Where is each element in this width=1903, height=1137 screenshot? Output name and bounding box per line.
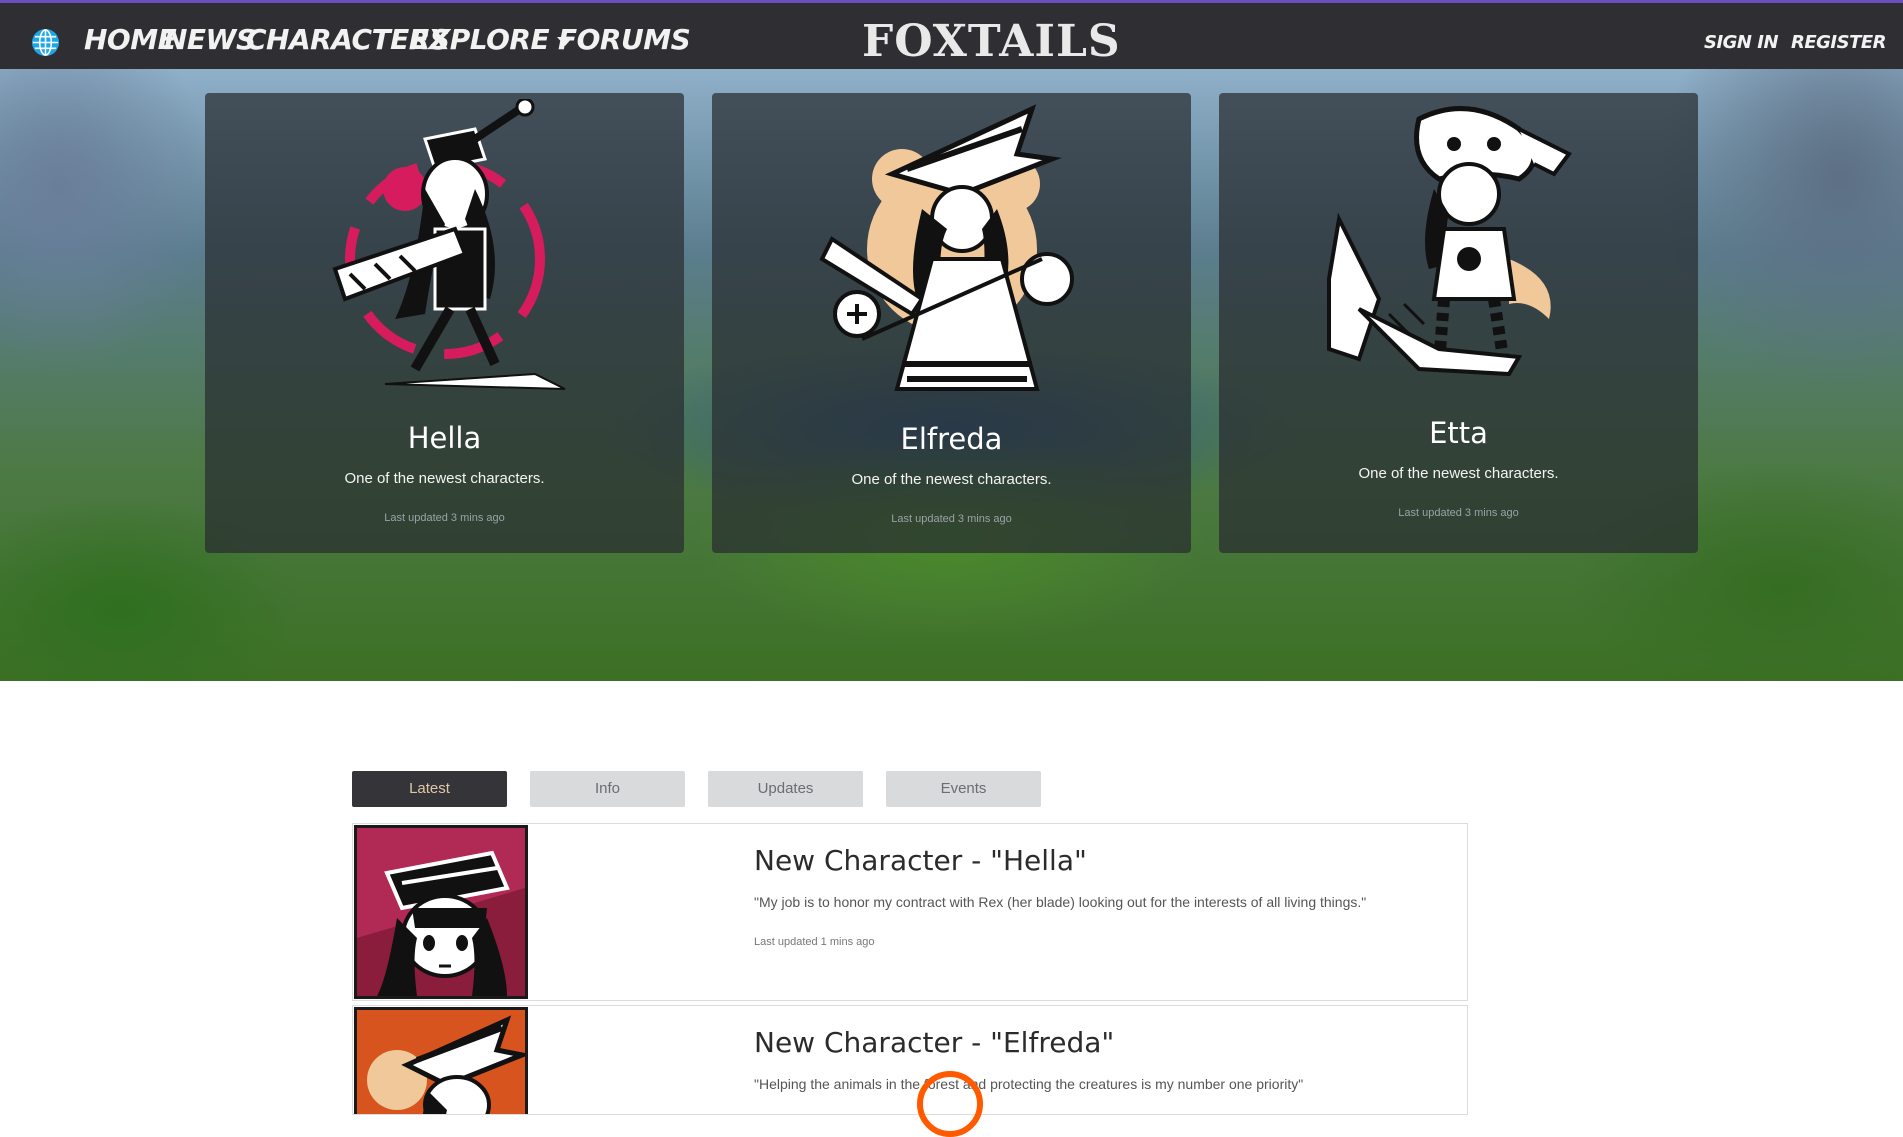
card-description: One of the newest characters. — [1358, 465, 1559, 482]
news-thumbnail-hella[interactable] — [354, 825, 528, 999]
site-logo[interactable]: FOXTAILS — [862, 16, 1121, 67]
nav-news[interactable]: NEWS — [164, 23, 256, 56]
card-timestamp: Last updated 3 mins ago — [1398, 507, 1519, 519]
card-title: Etta — [1429, 416, 1488, 450]
news-item-elfreda[interactable]: New Character - "Elfreda" "Helping the a… — [352, 1005, 1468, 1115]
hero-banner: Hella One of the newest characters. Last… — [0, 69, 1903, 681]
featured-card-hella[interactable]: Hella One of the newest characters. Last… — [205, 93, 684, 553]
card-timestamp: Last updated 3 mins ago — [384, 512, 505, 524]
card-title: Elfreda — [900, 422, 1003, 456]
nav-explore-label: EXPLORE — [410, 23, 550, 56]
featured-card-etta[interactable]: Etta One of the newest characters. Last … — [1219, 93, 1698, 553]
news-title[interactable]: New Character - "Hella" — [754, 844, 1087, 877]
top-navbar: HOME NEWS CHARACTERS EXPLORE FORUMS FOXT… — [0, 0, 1903, 69]
click-indicator — [917, 1071, 983, 1137]
elfreda-thumbnail-art — [357, 1010, 525, 1114]
globe-icon[interactable] — [31, 28, 60, 57]
register-link[interactable]: REGISTER — [1791, 32, 1887, 53]
nav-home[interactable]: HOME — [84, 23, 177, 56]
elfreda-portrait — [818, 104, 1074, 391]
tab-latest[interactable]: Latest — [352, 771, 507, 807]
hella-portrait — [331, 99, 565, 390]
card-description: One of the newest characters. — [344, 470, 545, 487]
card-title: Hella — [407, 421, 482, 455]
card-timestamp: Last updated 3 mins ago — [891, 513, 1012, 525]
hella-thumbnail-art — [357, 828, 525, 996]
news-quote: "Helping the animals in the forest and p… — [754, 1076, 1304, 1092]
nav-forums[interactable]: FORUMS — [558, 23, 691, 56]
tab-events[interactable]: Events — [886, 771, 1041, 807]
featured-card-elfreda[interactable]: Elfreda One of the newest characters. La… — [712, 93, 1191, 553]
tab-updates[interactable]: Updates — [708, 771, 863, 807]
tab-info[interactable]: Info — [530, 771, 685, 807]
news-thumbnail-elfreda[interactable] — [354, 1007, 528, 1114]
nav-explore[interactable]: EXPLORE — [410, 23, 574, 56]
card-description: One of the newest characters. — [851, 471, 1052, 488]
news-timestamp: Last updated 1 mins ago — [754, 936, 875, 948]
etta-portrait — [1326, 106, 1572, 377]
news-item-hella[interactable]: New Character - "Hella" "My job is to ho… — [352, 823, 1468, 1001]
sign-in-link[interactable]: SIGN IN — [1704, 32, 1779, 53]
news-title[interactable]: New Character - "Elfreda" — [754, 1026, 1114, 1059]
news-quote: "My job is to honor my contract with Rex… — [754, 894, 1367, 910]
